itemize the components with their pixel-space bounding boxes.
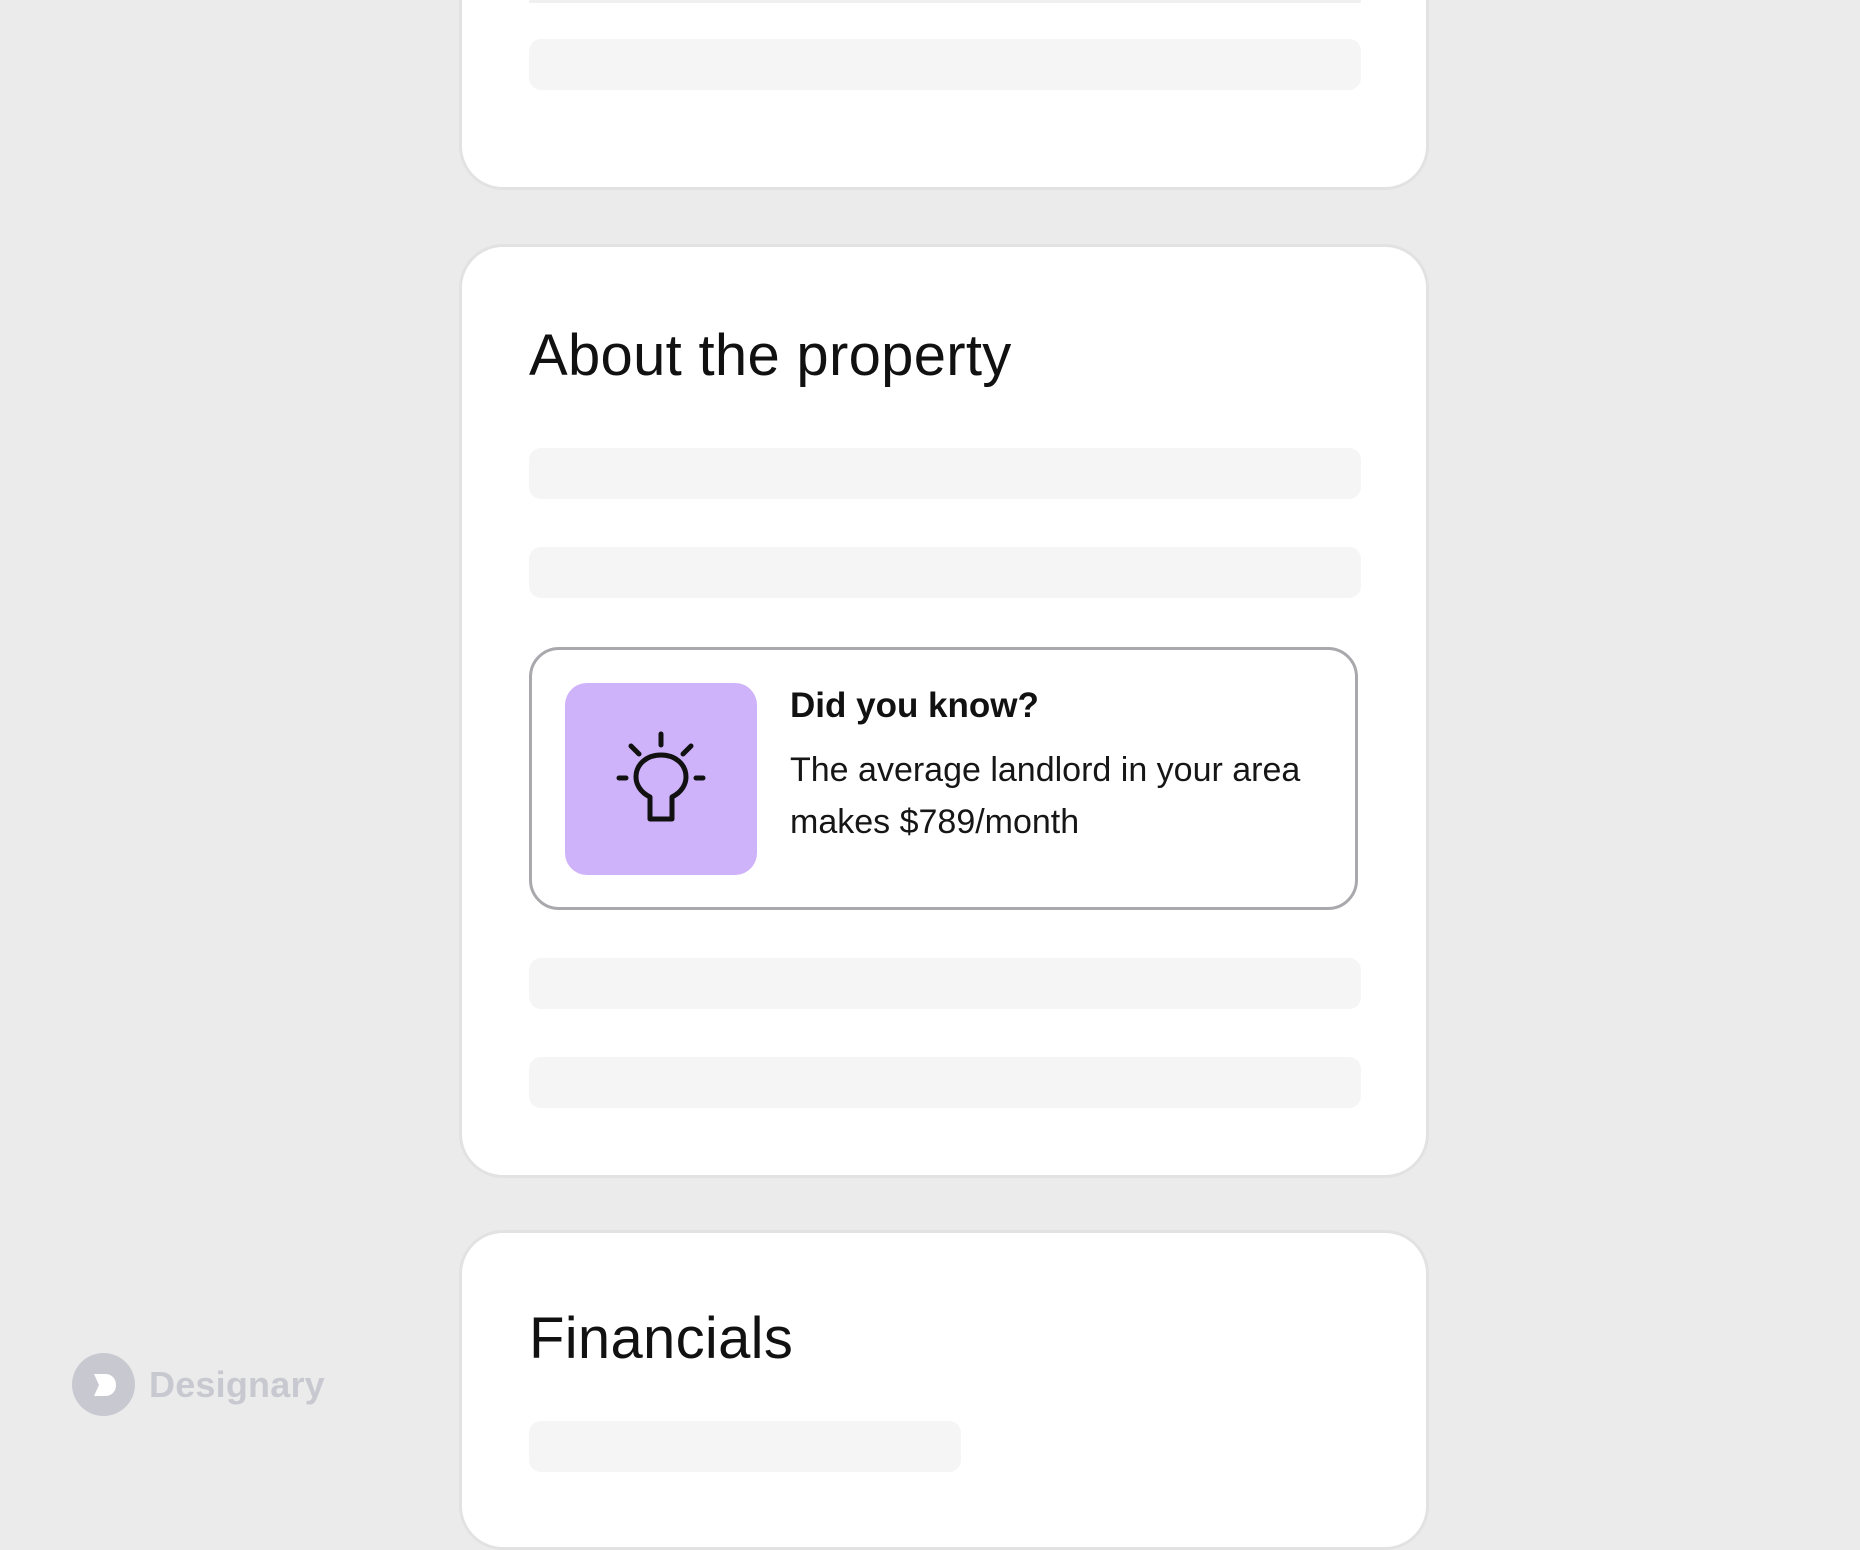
designary-watermark: Designary [72,1353,325,1416]
section-title: About the property [529,323,1012,388]
skeleton-line [529,448,1361,499]
skeleton-line [529,1421,961,1472]
skeleton-line [529,958,1361,1009]
previous-section-card [459,0,1429,190]
financials-card: Financials [459,1230,1429,1550]
tip-title: Did you know? [790,686,1039,725]
skeleton-line [529,0,1361,3]
brand-name: Designary [149,1363,325,1405]
skeleton-line [529,1057,1361,1108]
skeleton-line [529,39,1361,90]
skeleton-line [529,547,1361,598]
designary-logo-icon [72,1353,135,1416]
did-you-know-callout: Did you know? The average landlord in yo… [529,647,1358,910]
section-title: Financials [529,1306,794,1371]
tip-icon-box [565,683,757,875]
about-property-card: About the property Did you know? The ave… [459,244,1429,1178]
tip-body: The average landlord in your area makes … [790,751,1301,841]
lightbulb-icon [616,731,706,822]
